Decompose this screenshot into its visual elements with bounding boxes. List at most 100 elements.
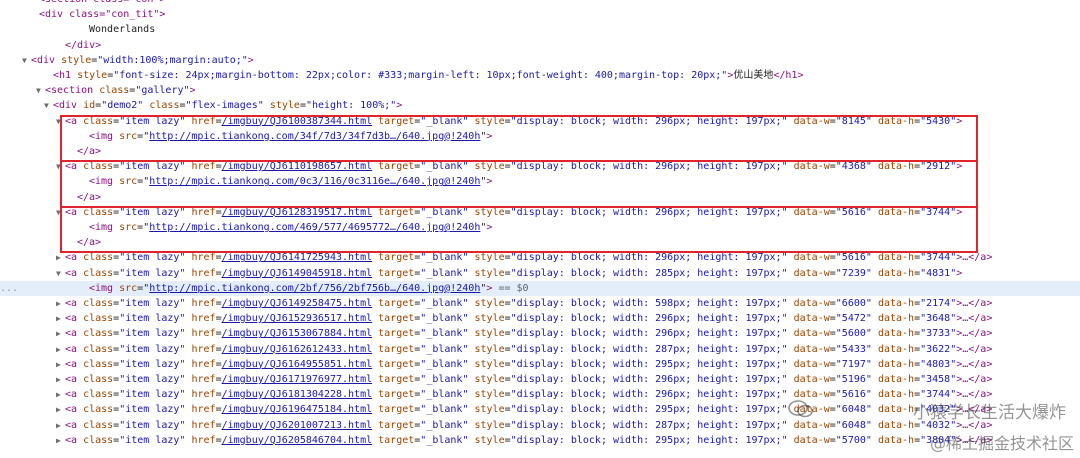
img-src-link: http://mpic.tiankong.com/469/577/4695772… xyxy=(149,222,481,233)
attr-name: class xyxy=(83,343,114,355)
tree-node-img[interactable]: <img src="http://mpic.tiankong.com/469/5… xyxy=(0,220,1080,235)
tree-node-con-tit[interactable]: <div class="con_tit"> xyxy=(0,7,1080,22)
expand-triangle-down-icon[interactable]: ▼ xyxy=(44,98,53,113)
tree-node-img[interactable]: <img src="http://mpic.tiankong.com/34f/7… xyxy=(0,129,1080,144)
tree-node-outer-div[interactable]: ▼ <div style="width:100%;margin:auto;"> xyxy=(0,53,1080,68)
attr-value: "display: block; width: 287px; height: 1… xyxy=(510,419,788,431)
tag-open: <a xyxy=(65,115,84,127)
expand-triangle-down-icon[interactable]: ▼ xyxy=(56,114,65,129)
attr-value: "5196" xyxy=(835,374,872,385)
expand-triangle-right-icon[interactable]: ▶ xyxy=(56,357,65,372)
attr-name: data-h xyxy=(877,358,915,370)
attr-name: target xyxy=(378,298,415,309)
attr-name: src xyxy=(119,222,138,233)
expand-triangle-right-icon[interactable]: ▶ xyxy=(56,418,65,433)
tree-node-close[interactable]: </a> xyxy=(0,190,1080,205)
expand-triangle-right-icon[interactable]: ▶ xyxy=(56,433,65,448)
attr-value: "_blank" xyxy=(420,404,469,416)
tree-node-text[interactable]: Wonderlands xyxy=(0,22,1080,37)
attr-name: class xyxy=(83,313,114,325)
tree-node-img[interactable]: <img src="http://mpic.tiankong.com/0c3/1… xyxy=(0,174,1080,189)
expand-triangle-down-icon[interactable]: ▼ xyxy=(36,83,45,98)
tree-node-demo2[interactable]: ▼ <div id="demo2" class="flex-images" sty… xyxy=(0,98,1080,113)
attr-name: class xyxy=(83,206,114,218)
expand-triangle-right-icon[interactable]: ▶ xyxy=(56,311,65,326)
attr-value: "item lazy" xyxy=(119,115,186,127)
tree-node-section-gallery[interactable]: ▼ <section class="gallery"> xyxy=(0,83,1080,98)
tag-bracket: > xyxy=(956,115,963,127)
attr-value: "gallery" xyxy=(135,85,190,97)
attr-name: style xyxy=(474,313,505,325)
attr-name: src xyxy=(119,176,138,188)
expand-triangle-down-icon[interactable]: ▼ xyxy=(56,205,65,220)
attr-value: "demo2" xyxy=(101,100,144,112)
tree-node-close[interactable]: </a> xyxy=(0,235,1080,250)
attr-name: target xyxy=(378,206,415,218)
attr-value: "item lazy" xyxy=(119,434,186,446)
tree-node-close[interactable]: </a> xyxy=(0,144,1080,159)
attr-value: "4368" xyxy=(835,161,872,173)
tree-node-a-item[interactable]: ▶ <a class="item lazy" href=/imgbuy/QJ614… xyxy=(0,296,1080,311)
attr-value: "_blank" xyxy=(420,358,469,370)
attr-name: class xyxy=(83,298,114,309)
expand-triangle-right-icon[interactable]: ▶ xyxy=(56,402,65,417)
expand-triangle-right-icon[interactable]: ▶ xyxy=(56,387,65,402)
gutter-ellipsis[interactable]: ... xyxy=(0,281,18,296)
attr-name: style xyxy=(474,115,505,127)
attr-value: "display: block; width: 285px; height: 1… xyxy=(510,267,788,279)
watermark-line2: @稀土掘金技术社区 xyxy=(929,434,1074,453)
attr-value: /imgbuy/QJ6149045918.html xyxy=(221,267,373,279)
attr-name: href xyxy=(191,434,216,446)
attr-name: class xyxy=(99,85,130,97)
tag-bracket: > xyxy=(486,130,493,142)
tag-open: <a xyxy=(65,206,84,218)
tree-node-a-item[interactable]: ▼ <a class="item lazy" href=/imgbuy/QJ610… xyxy=(0,114,1080,129)
attr-name: style xyxy=(474,161,505,173)
expand-triangle-right-icon[interactable]: ▶ xyxy=(56,250,65,265)
tree-node-a-item[interactable]: ▶ <a class="item lazy" href=/imgbuy/QJ620… xyxy=(0,433,1080,448)
attr-name: href xyxy=(191,252,216,264)
expand-triangle-down-icon[interactable]: ▼ xyxy=(22,53,31,68)
tag-bracket: > xyxy=(956,267,963,279)
tree-node-a-item[interactable]: ▶ <a class="item lazy" href=/imgbuy/QJ615… xyxy=(0,311,1080,326)
attr-name: data-h xyxy=(877,328,915,340)
attr-name: data-h xyxy=(877,434,915,446)
expand-triangle-right-icon[interactable]: ▶ xyxy=(56,372,65,387)
tag-open: <a xyxy=(65,298,84,309)
attr-name: data-w xyxy=(793,343,830,355)
expand-triangle-right-icon[interactable]: ▶ xyxy=(56,342,65,357)
tree-node-a-item[interactable]: ▼ <a class="item lazy" href=/imgbuy/QJ611… xyxy=(0,159,1080,174)
attr-name: target xyxy=(378,389,415,401)
attr-name: data-w xyxy=(793,434,830,446)
expand-triangle-down-icon[interactable]: ▼ xyxy=(56,266,65,281)
attr-value: "display: block; width: 296px; height: 1… xyxy=(510,328,788,340)
tag-close: </h1> xyxy=(773,70,804,81)
expand-triangle-down-icon[interactable]: ▼ xyxy=(56,159,65,174)
expand-triangle-right-icon[interactable]: ▶ xyxy=(56,296,65,311)
tree-node-a-item[interactable]: ▼ <a class="item lazy" href=/imgbuy/QJ612… xyxy=(0,205,1080,220)
tree-node-a-item[interactable]: ▶ <a class="item lazy" href=/imgbuy/QJ614… xyxy=(0,250,1080,265)
tree-node-a-item[interactable]: ▶ <a class="item lazy" href=/imgbuy/QJ617… xyxy=(0,372,1080,387)
attr-value: "8145" xyxy=(835,115,872,127)
attr-name: target xyxy=(378,161,415,173)
tree-node-h1[interactable]: <h1 style="font-size: 24px;margin-bottom… xyxy=(0,68,1080,83)
tree-node-a-item[interactable]: ▼ <a class="item lazy" href=/imgbuy/QJ614… xyxy=(0,266,1080,281)
attr-name: href xyxy=(191,328,216,340)
attr-value: "flex-images" xyxy=(185,100,264,112)
tree-node-a-item[interactable]: ▶ <a class="item lazy" href=/imgbuy/QJ615… xyxy=(0,326,1080,341)
img-src-link: http://mpic.tiankong.com/34f/7d3/34f7d3b… xyxy=(149,130,481,142)
expand-triangle-right-icon[interactable]: ▶ xyxy=(56,326,65,341)
attr-name: data-w xyxy=(793,328,830,340)
attr-name: style xyxy=(474,206,505,218)
wechat-icon xyxy=(788,400,813,418)
attr-value: "3733" xyxy=(920,328,957,340)
attr-name: data-h xyxy=(877,298,915,309)
tree-node-close[interactable]: </div> xyxy=(0,38,1080,53)
tree-node-a-item[interactable]: ▶ <a class="item lazy" href=/imgbuy/QJ616… xyxy=(0,357,1080,372)
tree-node-clipped[interactable]: <section class="con"> xyxy=(0,0,1080,7)
tree-node-img-selected[interactable]: <img src="http://mpic.tiankong.com/2bf/7… xyxy=(0,280,1080,296)
tree-node-a-item[interactable]: ▶ <a class="item lazy" href=/imgbuy/QJ616… xyxy=(0,342,1080,357)
attr-value: /imgbuy/QJ6149258475.html xyxy=(221,298,373,309)
tag-close: …</a> xyxy=(962,358,993,370)
tag-close: </div> xyxy=(65,39,102,51)
